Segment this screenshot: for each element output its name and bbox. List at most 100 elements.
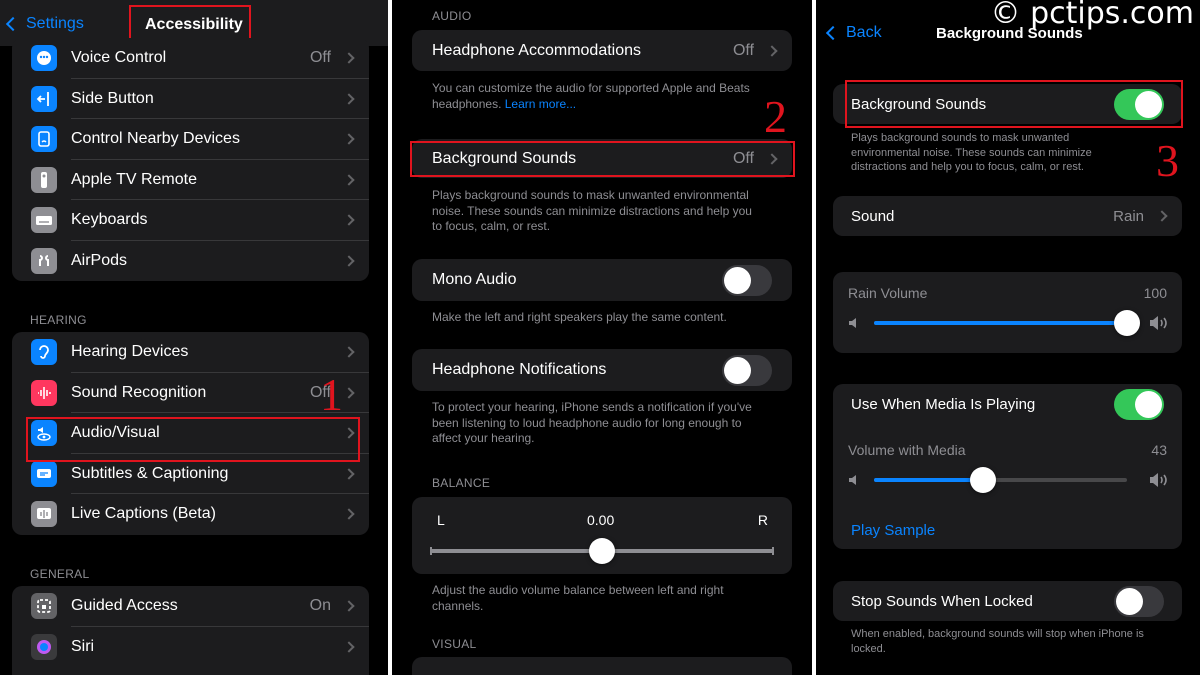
row-label: Keyboards <box>71 211 148 229</box>
highlight-box-audio-visual <box>26 417 360 462</box>
back-button[interactable]: Back <box>824 24 882 42</box>
airpods-icon <box>31 247 57 274</box>
use-when-media-toggle[interactable] <box>1114 389 1164 420</box>
volume-with-media-track <box>874 478 1127 482</box>
row-mono-audio: Mono Audio <box>412 259 792 301</box>
mono-audio-toggle[interactable] <box>722 265 772 296</box>
balance-tick-right <box>772 547 774 555</box>
learn-more-link[interactable]: Learn more... <box>505 97 576 111</box>
sidebar-item-airpods[interactable]: AirPods <box>12 241 369 282</box>
row-sound[interactable]: Sound Rain <box>833 196 1182 236</box>
chevron-right-icon <box>343 93 355 105</box>
stop-when-locked-toggle[interactable] <box>1114 586 1164 617</box>
sidebar-item-siri[interactable]: Siri <box>12 627 369 668</box>
chevron-right-icon <box>343 387 355 399</box>
row-value: Rain <box>1113 207 1144 225</box>
row-label: Stop Sounds When Locked <box>851 592 1033 610</box>
row-label: Headphone Notifications <box>432 361 607 378</box>
back-label: Settings <box>26 15 84 32</box>
group-media: Use When Media Is Playing Volume with Me… <box>833 384 1182 549</box>
balance-tick-left <box>430 547 432 555</box>
volume-with-media-thumb[interactable] <box>969 467 996 493</box>
siri-icon <box>31 633 57 660</box>
balance-right-label: R <box>757 512 768 528</box>
chevron-right-icon <box>343 52 355 64</box>
stop-footer: When enabled, background sounds will sto… <box>851 628 1144 655</box>
headphone-notifications-toggle[interactable] <box>722 355 772 386</box>
chevron-right-icon <box>343 214 355 226</box>
live-captions-icon <box>31 501 57 527</box>
volume-with-media-value: 43 <box>1151 442 1167 458</box>
highlight-box-toggle <box>845 80 1183 128</box>
ear-icon <box>31 339 57 365</box>
row-label: Headphone Accommodations <box>432 41 642 59</box>
step-number-1: 1 <box>320 369 343 420</box>
sound-recognition-icon <box>31 379 57 406</box>
subtitles-icon <box>31 460 57 487</box>
sidebar-item-keyboards[interactable]: Keyboards <box>12 200 369 241</box>
rain-volume-value: 100 <box>1143 285 1167 301</box>
chevron-right-icon <box>343 508 355 520</box>
speaker-low-icon <box>849 318 856 328</box>
section-header-audio: AUDIO <box>432 9 472 23</box>
row-value: Off <box>732 41 754 59</box>
chevron-right-icon <box>766 44 778 57</box>
sidebar-item-side-button[interactable]: Side Button <box>12 79 369 119</box>
group-headphone-notifications: Headphone Notifications <box>412 349 792 391</box>
balance-footer: Adjust the audio volume balance between … <box>432 583 724 613</box>
row-label: Mono Audio <box>432 271 517 288</box>
control-nearby-icon <box>31 126 57 152</box>
row-label: Subtitles & Captioning <box>71 464 229 482</box>
row-label: Sound <box>851 207 895 225</box>
balance-value: 0.00 <box>587 512 615 528</box>
mono-footer: Make the left and right speakers play th… <box>432 310 727 324</box>
sidebar-item-guided-access[interactable]: Guided Access On <box>12 586 369 627</box>
sidebar-item-hearing-devices[interactable]: Hearing Devices <box>12 332 369 373</box>
accessibility-panel: Settings Accessibility Voice Control Off S… <box>0 0 388 675</box>
volume-with-media-label: Volume with Media <box>848 442 966 458</box>
row-label: Side Button <box>71 89 154 107</box>
row-value: Off <box>309 49 331 67</box>
row-headphone-accommodations[interactable]: Headphone Accommodations Off <box>412 30 792 71</box>
rain-volume-label: Rain Volume <box>848 285 928 301</box>
rain-volume-track <box>874 321 1127 325</box>
row-value: On <box>309 597 331 615</box>
back-button[interactable]: Settings <box>4 15 84 33</box>
chevron-right-icon <box>343 600 355 612</box>
balance-left-label: L <box>437 512 445 528</box>
notifications-footer: To protect your hearing, iPhone sends a … <box>432 400 752 445</box>
chevron-right-icon <box>343 133 355 145</box>
row-headphone-notifications: Headphone Notifications <box>412 349 792 391</box>
sidebar-item-apple-tv-remote[interactable]: Apple TV Remote <box>12 160 369 200</box>
voice-control-icon <box>31 45 57 71</box>
background-footer: Plays background sounds to mask unwanted… <box>432 188 752 233</box>
row-label: Use When Media Is Playing <box>851 395 1036 413</box>
row-label: Voice Control <box>71 49 167 67</box>
group-headphone-accommodations: Headphone Accommodations Off <box>412 30 792 71</box>
section-header-general: GENERAL <box>30 567 90 581</box>
back-chevron-icon <box>5 16 21 32</box>
background-footer: Plays background sounds to mask unwanted… <box>851 132 1092 173</box>
sidebar-item-live-captions-beta[interactable]: Live Captions (Beta) <box>12 494 369 535</box>
chevron-right-icon <box>343 346 355 358</box>
chevron-right-icon <box>1156 210 1168 222</box>
row-label: Hearing Devices <box>71 343 189 361</box>
sidebar-item-sound-recognition[interactable]: Sound Recognition Off <box>12 373 369 413</box>
group-general: Guided Access On Siri <box>12 586 369 675</box>
row-label: AirPods <box>71 251 128 269</box>
step-number-2: 2 <box>764 91 787 142</box>
watermark: © pctips.com <box>990 0 1194 31</box>
rain-volume-thumb[interactable] <box>1114 310 1140 336</box>
group-stop-when-locked: Stop Sounds When Locked <box>833 581 1182 621</box>
speaker-low-icon <box>849 475 856 485</box>
group-sound: Sound Rain <box>833 196 1182 236</box>
back-chevron-icon <box>825 25 841 41</box>
play-sample-link[interactable]: Play Sample <box>851 522 935 539</box>
sidebar-item-voice-control[interactable]: Voice Control Off <box>12 38 369 79</box>
guided-access-icon <box>31 593 57 619</box>
balance-slider-thumb[interactable] <box>589 538 615 564</box>
sidebar-item-control-nearby-devices[interactable]: Control Nearby Devices <box>12 119 369 160</box>
audio-visual-panel: AUDIO Headphone Accommodations Off You c… <box>392 0 812 675</box>
highlight-box-background-sounds <box>410 141 795 177</box>
row-label: Apple TV Remote <box>71 170 197 188</box>
